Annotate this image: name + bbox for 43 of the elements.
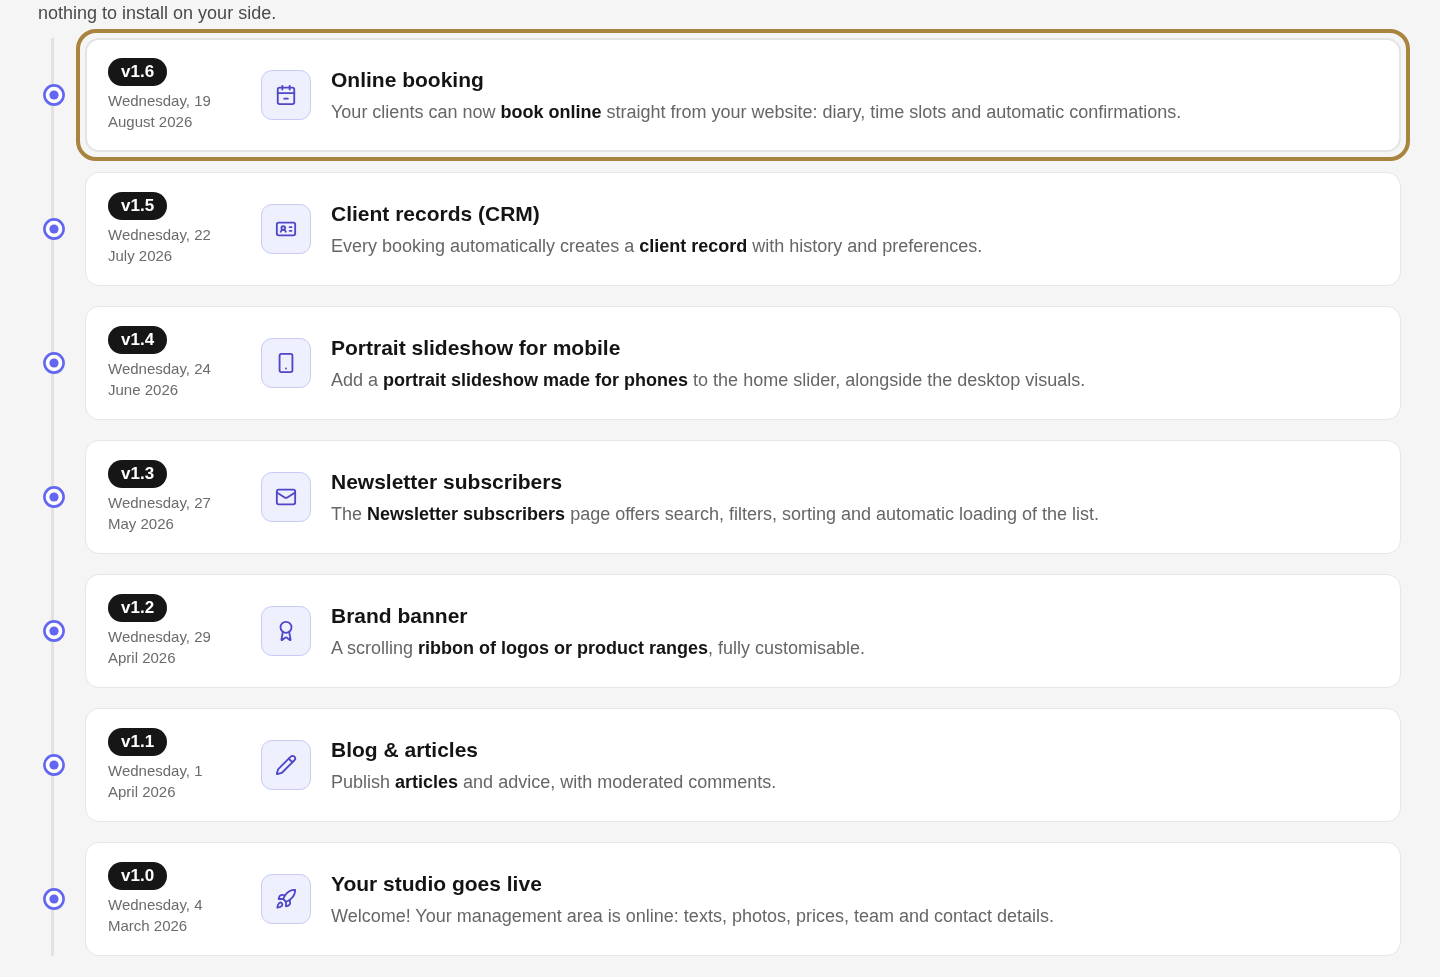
release-description: A scrolling ribbon of logos or product ranges, fully customisable. bbox=[331, 636, 867, 660]
version-badge: v1.6 bbox=[108, 58, 168, 86]
release-title: Newsletter subscribers bbox=[331, 468, 564, 495]
version-badge: v1.4 bbox=[108, 326, 168, 354]
release-title: Brand banner bbox=[331, 602, 469, 629]
release-title: Blog & articles bbox=[331, 736, 480, 763]
release-description: Add a portrait slideshow made for phones to the home slider, alongside the desktop visuals. bbox=[331, 368, 1087, 392]
intro-text: nothing to install on your side. bbox=[38, 2, 278, 24]
pencil-icon bbox=[261, 740, 311, 790]
release-date: Wednesday, 29 April 2026 bbox=[108, 627, 212, 668]
version-badge: v1.5 bbox=[108, 192, 168, 220]
timeline-marker-icon bbox=[43, 486, 65, 508]
timeline-marker-icon bbox=[43, 620, 65, 642]
version-badge: v1.2 bbox=[108, 594, 168, 622]
release-date: Wednesday, 1 April 2026 bbox=[108, 761, 204, 802]
release-description: Every booking automatically creates a client record with history and preferences. bbox=[331, 234, 984, 258]
release-description: Publish articles and advice, with moderated comments. bbox=[331, 770, 778, 794]
version-badge: v1.1 bbox=[108, 728, 168, 756]
contact-card-icon bbox=[261, 204, 311, 254]
release-date: Wednesday, 4 March 2026 bbox=[108, 895, 204, 936]
release-title: Client records (CRM) bbox=[331, 200, 541, 227]
timeline-marker-icon bbox=[43, 888, 65, 910]
smartphone-icon bbox=[261, 338, 311, 388]
release-date: Wednesday, 19 August 2026 bbox=[108, 91, 212, 132]
calendar-icon bbox=[261, 70, 311, 120]
rocket-icon bbox=[261, 874, 311, 924]
release-title: Your studio goes live bbox=[331, 870, 543, 897]
version-badge: v1.0 bbox=[108, 862, 168, 890]
release-title: Portrait slideshow for mobile bbox=[331, 334, 622, 361]
envelope-icon bbox=[261, 472, 311, 522]
release-description: Your clients can now book online straight from your website: diary, time slots and automatic confirmations. bbox=[331, 100, 1183, 124]
timeline-marker-icon bbox=[43, 754, 65, 776]
release-description: The Newsletter subscribers page offers search, filters, sorting and automatic loading of the list. bbox=[331, 502, 1101, 526]
timeline-marker-icon bbox=[43, 218, 65, 240]
timeline-marker-icon bbox=[43, 352, 65, 374]
release-date: Wednesday, 22 July 2026 bbox=[108, 225, 212, 266]
release-title: Online booking bbox=[331, 66, 485, 93]
award-ribbon-icon bbox=[261, 606, 311, 656]
timeline-marker-icon bbox=[43, 84, 65, 106]
version-badge: v1.3 bbox=[108, 460, 168, 488]
release-date: Wednesday, 24 June 2026 bbox=[108, 359, 212, 400]
release-date: Wednesday, 27 May 2026 bbox=[108, 493, 212, 534]
release-description: Welcome! Your management area is online: texts, photos, prices, team and contact details. bbox=[331, 904, 1056, 928]
